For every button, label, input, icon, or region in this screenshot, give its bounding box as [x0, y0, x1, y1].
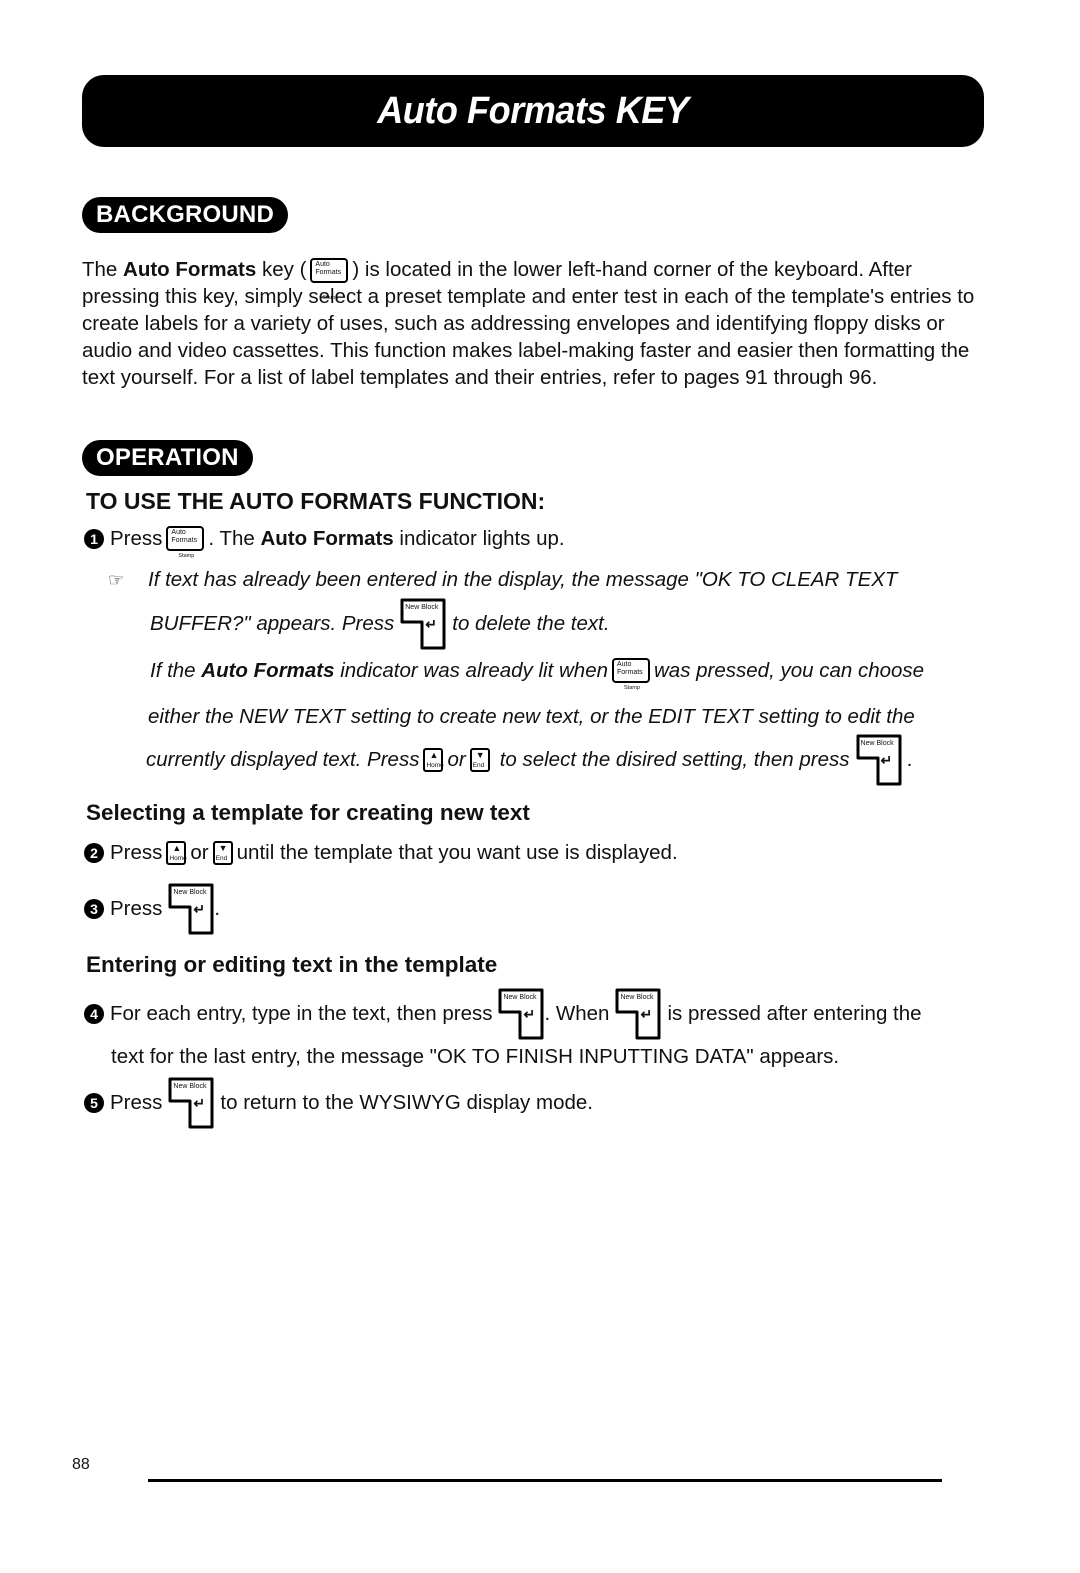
end-down-key-icon: ▼ End	[212, 841, 233, 865]
text: key (	[256, 258, 307, 281]
up-arrow-icon: ▲	[429, 750, 439, 760]
step-5: 5 Press New Block ↵ to return to the WYS…	[84, 1077, 593, 1129]
title-banner: Auto Formats KEY	[82, 75, 984, 147]
key-sublabel: Stamp	[624, 685, 640, 691]
text: to delete the text.	[452, 612, 610, 635]
down-arrow-icon: ▼	[475, 750, 485, 760]
text: Press	[110, 841, 163, 864]
step-number-4: 4	[84, 1004, 104, 1024]
step-3: 3 Press New Block ↵ .	[84, 883, 220, 935]
new-block-key-icon: New Block ↵	[498, 988, 544, 1040]
text: indicator was already lit when	[334, 658, 608, 682]
text: . When	[544, 1002, 610, 1025]
text: indicator lights up.	[393, 526, 565, 550]
text: was pressed, you can choose	[654, 658, 925, 682]
text: Press	[110, 1091, 163, 1114]
text: to return to the WYSIWYG display mode.	[220, 1091, 593, 1114]
section-operation-label: OPERATION	[82, 440, 253, 476]
text: or	[447, 748, 466, 771]
down-arrow-icon: ▼	[218, 843, 228, 853]
key-label: New Block	[173, 889, 207, 896]
key-label: Formats	[617, 669, 643, 676]
background-paragraph: The Auto Formats key (Auto Formats Stamp) …	[82, 256, 987, 391]
text: or	[190, 841, 209, 864]
return-arrow-icon: ↵	[880, 752, 893, 768]
footer-divider	[148, 1479, 942, 1482]
step-2: 2 Press ▲ Home or ▼ End until the template…	[84, 841, 678, 865]
text: .	[214, 897, 221, 920]
bold-text: Auto Formats	[260, 526, 394, 550]
key-label: Auto	[171, 529, 186, 536]
key-label: New Block	[620, 994, 654, 1001]
new-block-key-icon: New Block ↵	[168, 883, 214, 935]
note-line-5: currently displayed text. Press ▲ Home or…	[146, 734, 913, 786]
note-line-4: either the NEW TEXT setting to create ne…	[148, 705, 915, 728]
key-label: New Block	[860, 740, 894, 747]
text: Press	[110, 526, 163, 550]
step-number-5: 5	[84, 1093, 104, 1113]
new-block-key-icon: New Block ↵	[168, 1077, 214, 1129]
key-label: Auto	[617, 661, 632, 668]
step-number-2: 2	[84, 843, 104, 863]
return-arrow-icon: ↵	[425, 616, 437, 632]
note-line-3: If the Auto Formats indicator was alread…	[150, 658, 925, 691]
bold-text: Auto Formats	[123, 258, 257, 281]
step-4: 4 For each entry, type in the text, then…	[84, 988, 922, 1040]
key-sublabel: Stamp	[322, 295, 339, 302]
note-line-2: BUFFER?" appears. Press New Block ↵ to d…	[150, 598, 610, 650]
auto-formats-key-icon: Auto Formats Stamp	[612, 658, 650, 691]
page-title: Auto Formats KEY	[377, 89, 689, 132]
text: BUFFER?" appears. Press	[150, 612, 395, 635]
step-4-line-2: text for the last entry, the message "OK…	[111, 1045, 840, 1068]
key-label: New Block	[503, 994, 537, 1001]
new-block-key-icon: New Block ↵	[856, 734, 902, 786]
auto-formats-key-icon: Auto Formats Stamp	[310, 258, 349, 301]
return-arrow-icon: ↵	[193, 1095, 206, 1111]
pointing-hand-icon: ☞	[108, 569, 125, 590]
new-block-key-icon: New Block ↵	[400, 598, 446, 650]
heading-main: TO USE THE AUTO FORMATS FUNCTION:	[86, 488, 546, 514]
key-label: New Block	[173, 1083, 207, 1090]
step-1: 1 Press Auto Formats Stamp . The Auto Form…	[84, 526, 565, 559]
key-label: Home	[169, 855, 187, 862]
key-label: End	[472, 762, 485, 769]
text: to select the disired setting, then pres…	[499, 748, 850, 771]
text: .	[907, 748, 914, 771]
text: is pressed after entering the	[667, 1002, 922, 1025]
key-label: Formats	[171, 537, 198, 544]
text: Press	[110, 897, 163, 920]
key-label: Home	[426, 762, 444, 769]
heading-select-template: Selecting a template for creating new te…	[86, 800, 530, 825]
return-arrow-icon: ↵	[193, 901, 206, 917]
end-down-key-icon: ▼ End	[469, 748, 490, 772]
section-background-label: BACKGROUND	[82, 197, 288, 233]
home-up-key-icon: ▲ Home	[166, 841, 187, 865]
text: The	[82, 258, 124, 281]
key-label: Auto	[315, 261, 330, 269]
return-arrow-icon: ↵	[523, 1006, 536, 1022]
key-sublabel: Stamp	[178, 553, 195, 559]
home-up-key-icon: ▲ Home	[423, 748, 444, 772]
step-number-1: 1	[84, 528, 104, 549]
auto-formats-key-icon: Auto Formats Stamp	[166, 526, 205, 559]
text: until the template that you want use is …	[236, 841, 678, 864]
up-arrow-icon: ▲	[172, 843, 182, 853]
note-line-1: ☞ If text has already been entered in th…	[108, 568, 897, 592]
text: If text has already been entered in the …	[148, 568, 898, 591]
text: For each entry, type in the text, then p…	[110, 1002, 493, 1025]
return-arrow-icon: ↵	[640, 1006, 653, 1022]
bold-text: Auto Formats	[201, 658, 335, 682]
page-number: 88	[72, 1456, 90, 1473]
key-label: New Block	[405, 604, 439, 611]
new-block-key-icon: New Block ↵	[615, 988, 661, 1040]
text: currently displayed text. Press	[146, 748, 420, 771]
heading-enter-text: Entering or editing text in the template	[86, 952, 498, 977]
text: If the	[150, 658, 202, 682]
key-label: Formats	[315, 269, 342, 277]
key-label: End	[215, 855, 228, 862]
text: . The	[208, 526, 261, 550]
step-number-3: 3	[84, 899, 104, 919]
